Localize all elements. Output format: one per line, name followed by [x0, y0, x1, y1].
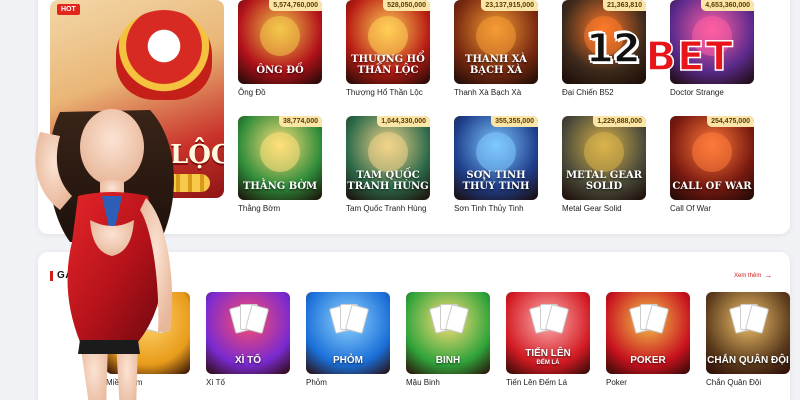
game-art-title: BINH: [435, 354, 461, 366]
game-thumbnail[interactable]: 254,475,000 CALL OF WAR: [670, 116, 754, 200]
game-name[interactable]: Đại Chiến B52: [562, 88, 646, 97]
slot-game-tile[interactable]: 1,044,330,000 TAM QUỐC TRANH HÙNG Tam Qu…: [346, 116, 430, 213]
game-name[interactable]: Chắn Quân Đội: [706, 378, 790, 387]
card-game-tile[interactable]: BINH Mậu Binh: [406, 292, 490, 387]
model-figure-illustration: [35, 109, 174, 400]
slot-game-tile[interactable]: 355,355,000 SƠN TINH THỦY TINH Sơn Tinh …: [454, 116, 538, 213]
game-art-shape: [476, 16, 516, 56]
game-thumbnail[interactable]: 1,229,888,000 METAL GEAR SOLID: [562, 116, 646, 200]
game-thumbnail[interactable]: CHẮN QUÂN ĐỘI: [706, 292, 790, 374]
game-art-shape: [260, 132, 300, 172]
jackpot-badge: 1,229,888,000: [593, 116, 646, 127]
game-art-shape: [692, 132, 732, 172]
game-art-shape: [476, 132, 516, 172]
playing-cards-icon: [728, 302, 770, 342]
jackpot-badge: 355,355,000: [491, 116, 538, 127]
game-name[interactable]: Poker: [606, 378, 690, 387]
game-art-title: THƯỢNG HỔ THẦN LỘC: [351, 54, 425, 76]
jackpot-badge: 23,137,915,000: [481, 0, 538, 11]
game-thumbnail[interactable]: 355,355,000 SƠN TINH THỦY TINH: [454, 116, 538, 200]
game-art-title: THANH XÀ BẠCH XÀ: [465, 54, 527, 76]
playing-cards-icon: [528, 302, 570, 342]
arrow-right-icon[interactable]: →: [764, 271, 772, 280]
game-name[interactable]: Phỏm: [306, 378, 390, 387]
slot-game-tile[interactable]: 38,774,000 THẰNG BỜM Thằng Bờm: [238, 116, 322, 213]
game-name[interactable]: Doctor Strange: [670, 88, 754, 97]
card-game-tile[interactable]: PHỎM Phỏm: [306, 292, 390, 387]
game-thumbnail[interactable]: PHỎM: [306, 292, 390, 374]
slot-game-tile[interactable]: 1,229,888,000 METAL GEAR SOLID Metal Gea…: [562, 116, 646, 213]
see-more-link[interactable]: Xem thêm →: [734, 271, 772, 280]
game-art-shape: [584, 132, 624, 172]
game-thumbnail[interactable]: XÌ TỐ: [206, 292, 290, 374]
game-art-title: METAL GEAR SOLID: [565, 170, 643, 192]
game-name[interactable]: Tam Quốc Tranh Hùng: [346, 204, 430, 213]
hot-badge: HOT: [57, 4, 80, 15]
game-name[interactable]: Thượng Hổ Thần Lộc: [346, 88, 430, 97]
game-art-title: POKER: [630, 354, 666, 366]
game-name[interactable]: Thanh Xà Bạch Xà: [454, 88, 538, 97]
game-thumbnail[interactable]: TIẾN LÊN ĐẾM LÁ: [506, 292, 590, 374]
game-name[interactable]: Xì Tố: [206, 378, 290, 387]
game-art-shape: [368, 132, 408, 172]
game-name[interactable]: Thằng Bờm: [238, 204, 322, 213]
slot-game-tile[interactable]: 254,475,000 CALL OF WAR Call Of War: [670, 116, 754, 213]
casino-chip-icon: [428, 302, 470, 342]
jackpot-badge: 528,050,000: [383, 0, 430, 11]
slot-game-tile[interactable]: 5,574,760,000 ÔNG ĐỒ Ông Đồ: [238, 0, 322, 97]
game-art-shape: [260, 16, 300, 56]
playing-cards-icon: [328, 302, 370, 342]
see-more-label[interactable]: Xem thêm: [734, 273, 761, 279]
game-thumbnail[interactable]: 528,050,000 THƯỢNG HỔ THẦN LỘC: [346, 0, 430, 84]
game-art-title: CHẮN QUÂN ĐỘI: [707, 354, 789, 366]
jackpot-badge: 38,774,000: [278, 116, 322, 127]
game-name[interactable]: Ông Đồ: [238, 88, 322, 97]
card-game-tile[interactable]: CHẮN QUÂN ĐỘI Chắn Quân Đội: [706, 292, 790, 387]
game-name[interactable]: Mậu Binh: [406, 378, 490, 387]
game-name[interactable]: Call Of War: [670, 204, 754, 213]
jackpot-badge: 4,653,360,000: [701, 0, 754, 11]
card-game-tile[interactable]: TIẾN LÊN ĐẾM LÁ Tiến Lên Đếm Lá: [506, 292, 590, 387]
game-art-title: THẰNG BỜM: [242, 180, 318, 192]
game-name[interactable]: Sơn Tinh Thủy Tinh: [454, 204, 538, 213]
game-art-shape: [368, 16, 408, 56]
slot-game-tile[interactable]: 528,050,000 THƯỢNG HỔ THẦN LỘC Thượng Hổ…: [346, 0, 430, 97]
game-art-title: TIẾN LÊN ĐẾM LÁ: [525, 348, 571, 366]
brand-logo-word: BET: [645, 33, 734, 81]
game-thumbnail[interactable]: BINH: [406, 292, 490, 374]
game-thumbnail[interactable]: 23,137,915,000 THANH XÀ BẠCH XÀ: [454, 0, 538, 84]
game-thumbnail[interactable]: 38,774,000 THẰNG BỜM: [238, 116, 322, 200]
game-art-title: CALL OF WAR: [672, 180, 752, 192]
game-thumbnail[interactable]: 1,044,330,000 TAM QUỐC TRANH HÙNG: [346, 116, 430, 200]
game-art-title: SƠN TINH THỦY TINH: [462, 170, 530, 192]
jackpot-badge: 5,574,760,000: [269, 0, 322, 11]
jackpot-badge: 1,044,330,000: [377, 116, 430, 127]
game-art-title: PHỎM: [333, 354, 363, 366]
game-art-title: ÔNG ĐỒ: [256, 64, 304, 76]
poker-chip-icon: [228, 302, 270, 342]
card-game-tile[interactable]: POKER Poker: [606, 292, 690, 387]
game-name[interactable]: Tiến Lên Đếm Lá: [506, 378, 590, 387]
game-art-title: XÌ TỐ: [234, 354, 262, 366]
poker-chip-icon: [628, 302, 670, 342]
lion-dance-illustration: [116, 10, 212, 100]
jackpot-badge: 254,475,000: [707, 116, 754, 127]
game-art-title: TAM QUỐC TRANH HÙNG: [347, 170, 429, 192]
jackpot-badge: 21,363,810: [602, 0, 646, 11]
brand-logo-number: 12: [585, 25, 641, 73]
game-thumbnail[interactable]: POKER: [606, 292, 690, 374]
slot-game-tile[interactable]: 23,137,915,000 THANH XÀ BẠCH XÀ Thanh Xà…: [454, 0, 538, 97]
game-thumbnail[interactable]: 5,574,760,000 ÔNG ĐỒ: [238, 0, 322, 84]
brand-logo: 12 BET: [585, 18, 734, 81]
card-game-tile[interactable]: XÌ TỐ Xì Tố: [206, 292, 290, 387]
game-name[interactable]: Metal Gear Solid: [562, 204, 646, 213]
